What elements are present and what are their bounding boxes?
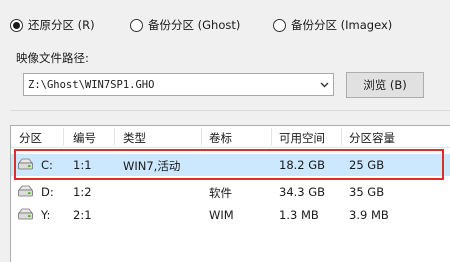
chevron-down-icon[interactable]: [319, 79, 330, 90]
mode-radio-group: 还原分区 (R) 备份分区 (Ghost) 备份分区 (Imagex): [10, 16, 450, 34]
image-path-combobox[interactable]: Z:\Ghost\WIN7SP1.GHO: [23, 73, 334, 96]
hard-drive-icon: [18, 185, 33, 197]
column-divider[interactable]: [201, 128, 202, 146]
column-divider[interactable]: [341, 128, 342, 146]
cell-volume-label: 软件: [209, 186, 232, 200]
restore-partition-radio[interactable]: 还原分区 (R): [10, 16, 95, 34]
column-divider[interactable]: [63, 128, 64, 146]
hard-drive-icon: [18, 208, 33, 220]
selection-highlight-frame: [14, 149, 444, 180]
browse-button[interactable]: 浏览 (B): [346, 72, 424, 98]
browse-button-label: 浏览 (B): [363, 78, 407, 92]
cell-number: 2:1: [73, 208, 92, 222]
divider: [10, 110, 450, 111]
radio-dot: [273, 18, 286, 32]
backup-partition-imagex-radio[interactable]: 备份分区 (Imagex): [273, 16, 392, 34]
cell-free-space: 1.3 MB: [279, 208, 319, 222]
cell-capacity: 3.9 MB: [349, 208, 389, 222]
image-path-label: 映像文件路径:: [16, 51, 89, 65]
restore-partition-label: 还原分区 (R): [28, 18, 95, 32]
table-header: 分区 编号 类型 卷标 可用空间 分区容量: [11, 126, 450, 148]
cell-number: 1:2: [73, 185, 92, 199]
cell-free-space: 34.3 GB: [279, 185, 326, 199]
column-divider[interactable]: [271, 128, 272, 146]
image-path-value: Z:\Ghost\WIN7SP1.GHO: [28, 78, 155, 91]
column-divider[interactable]: [114, 128, 115, 146]
partition-table[interactable]: 分区 编号 类型 卷标 可用空间 分区容量 C: 1:1 WIN7,活动 18.…: [10, 125, 450, 262]
cell-capacity: 35 GB: [349, 185, 385, 199]
column-header-number[interactable]: 编号: [73, 130, 96, 146]
backup-partition-ghost-radio[interactable]: 备份分区 (Ghost): [130, 16, 240, 34]
backup-ghost-label: 备份分区 (Ghost): [148, 18, 241, 32]
radio-dot: [130, 18, 143, 32]
column-header-free-space[interactable]: 可用空间: [279, 130, 325, 146]
backup-imagex-label: 备份分区 (Imagex): [291, 18, 393, 32]
table-row[interactable]: Y: 2:1 WIM 1.3 MB 3.9 MB: [11, 204, 450, 226]
column-header-partition[interactable]: 分区: [19, 130, 42, 146]
radio-dot-checked: [10, 18, 23, 32]
column-header-type[interactable]: 类型: [123, 130, 146, 146]
cell-volume-label: WIM: [209, 208, 234, 222]
column-header-capacity[interactable]: 分区容量: [349, 130, 395, 146]
cell-partition: D:: [41, 185, 54, 199]
cell-partition: Y:: [41, 208, 51, 222]
table-row[interactable]: D: 1:2 软件 34.3 GB 35 GB: [11, 181, 450, 203]
column-header-volume-label[interactable]: 卷标: [209, 130, 232, 146]
